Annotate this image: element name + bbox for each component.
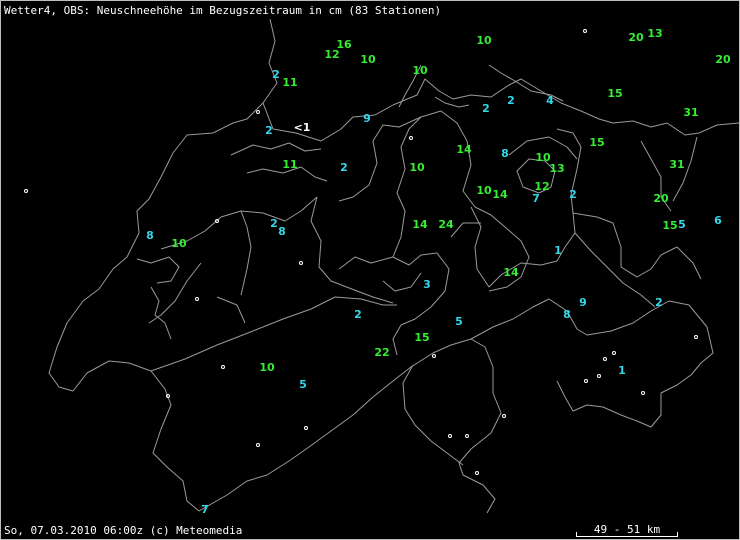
station-value: 1 [618,364,626,377]
station-value: 11 [282,76,297,89]
map-title: Wetter4, OBS: Neuschneehöhe im Bezugszei… [4,4,442,17]
station-value: 12 [324,48,339,61]
station-value: <1 [294,121,311,134]
station-value: 31 [669,158,684,171]
station-value: 10 [360,53,376,66]
station-value: 2 [569,188,577,201]
station-value: 10 [259,361,275,374]
station-value: 7 [201,503,209,516]
station-value: 13 [549,162,564,175]
scale-bar-line [576,532,678,537]
station-value: 13 [647,27,662,40]
station-value: 2 [340,161,348,174]
station-value: 8 [278,225,286,238]
station-value: 5 [299,378,307,391]
station-value: 3 [423,278,431,291]
station-value: 7 [532,192,540,205]
station-value: 14 [456,143,472,156]
station-value: 15 [607,87,622,100]
station-value: 6 [714,214,722,227]
station-value: 10 [476,184,492,197]
station-value: 2 [270,217,278,230]
station-value: 2 [482,102,490,115]
station-values: 1612 1010 20 13202111022 415312 <191514 8 1013 3… [146,27,731,516]
station-value: 14 [492,188,508,201]
region-borders [48,18,739,514]
map-frame: 16 12 10 10 20 13 20 2 11 10 2 2 4 15 31 2 <1 9 15 14 8 10 13 3… [0,0,740,540]
scale-bar: 49 - 51 km [576,523,678,537]
station-value: 14 [412,218,428,231]
station-value: 2 [265,124,273,137]
station-value: 31 [683,106,698,119]
station-value: 15 [662,219,677,232]
station-value: 14 [503,266,519,279]
station-value: 10 [476,34,492,47]
station-value: 11 [282,158,297,171]
station-value: 8 [146,229,154,242]
station-value: 2 [655,296,663,309]
station-value: 9 [579,296,587,309]
station-value: 2 [272,68,280,81]
station-value: 10 [171,237,187,250]
station-value: 5 [455,315,463,328]
station-value: 15 [414,331,429,344]
station-value: 8 [501,147,509,160]
station-value: 10 [412,64,428,77]
station-value: 2 [354,308,362,321]
station-value: 4 [546,94,554,107]
station-value: 10 [409,161,425,174]
station-value: 9 [363,112,371,125]
station-value: 22 [374,346,389,359]
station-value: 8 [563,308,571,321]
map-canvas: 1612 1010 20 13202111022 415312 <191514 8 1013 3… [24,18,739,516]
station-value: 15 [589,136,604,149]
station-value: 24 [438,218,454,231]
station-value: 1 [554,244,562,257]
station-value: 20 [653,192,669,205]
station-value: 5 [678,218,686,231]
station-value: 20 [628,31,644,44]
station-value: 2 [507,94,515,107]
station-value: 20 [715,53,731,66]
map-footer: So, 07.03.2010 06:00z (c) Meteomedia [4,524,243,537]
